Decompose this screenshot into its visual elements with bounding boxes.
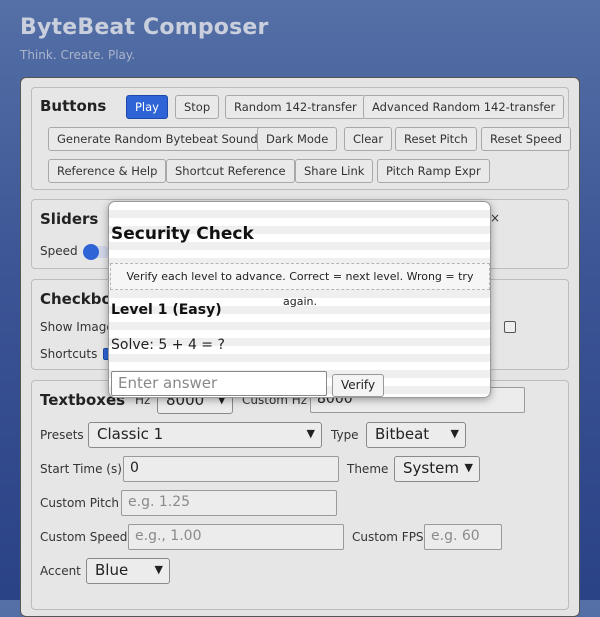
chevron-down-icon: ▼ [464, 461, 473, 474]
buttons-section-title: Buttons [40, 97, 107, 115]
modal-title: Security Check [111, 224, 254, 244]
generate-random-bytebeat-button[interactable]: Generate Random Bytebeat Sound [48, 127, 267, 151]
start-time-label: Start Time (s): [40, 462, 126, 476]
checkboxes-section-title: Checkbo [40, 290, 112, 308]
custom-fps-label: Custom FPS [352, 530, 424, 544]
verify-button[interactable]: Verify [332, 374, 385, 397]
type-select[interactable]: Bitbeat ▼ [366, 422, 466, 448]
presets-select-value: Classic 1 [97, 425, 164, 443]
custom-speed-input[interactable]: e.g., 1.00 [128, 524, 344, 550]
share-link-button[interactable]: Share Link [295, 159, 374, 183]
stop-button[interactable]: Stop [175, 95, 220, 119]
custom-fps-input[interactable]: e.g. 60 [424, 524, 502, 550]
answer-input[interactable]: Enter answer [111, 371, 327, 396]
presets-select[interactable]: Classic 1 ▼ [88, 422, 322, 448]
theme-select-value: System [403, 459, 459, 477]
advanced-random-142-transfer-button[interactable]: Advanced Random 142-transfer [363, 95, 565, 119]
pitch-ramp-expr-button[interactable]: Pitch Ramp Expr [377, 159, 490, 183]
reset-pitch-button[interactable]: Reset Pitch [395, 127, 477, 151]
speed-slider-label: Speed [40, 244, 78, 258]
chevron-down-icon: ▼ [306, 427, 315, 440]
modal-instructions: Verify each level to advance. Correct = … [110, 263, 490, 308]
theme-label: Theme [347, 462, 389, 476]
shortcut-reference-button[interactable]: Shortcut Reference [166, 159, 295, 183]
close-icon[interactable]: × [490, 211, 500, 225]
custom-speed-label: Custom Speed [40, 530, 128, 544]
accent-label: Accent [40, 564, 81, 578]
modal-problem-text: Solve: 5 + 4 = ? [111, 337, 225, 353]
type-label: Type [331, 428, 359, 442]
custom-pitch-label: Custom Pitch [40, 496, 120, 510]
modal-level-label: Level 1 (Easy) [111, 302, 222, 318]
sliders-section-title: Sliders [40, 210, 99, 228]
accent-select[interactable]: Blue ▼ [86, 558, 170, 584]
chevron-down-icon: ▼ [154, 563, 163, 576]
app-title: ByteBeat Composer [20, 15, 269, 40]
app-subtitle: Think. Create. Play. [20, 48, 136, 62]
reference-help-button[interactable]: Reference & Help [48, 159, 167, 183]
custom-pitch-input[interactable]: e.g. 1.25 [121, 490, 337, 516]
security-check-modal: Security Check Verify each level to adva… [108, 201, 491, 398]
speed-slider[interactable] [83, 244, 110, 260]
option-checkbox[interactable] [504, 321, 516, 333]
buttons-section: Buttons Play Stop Random 142-transfer Ad… [31, 87, 571, 190]
play-button[interactable]: Play [126, 95, 168, 119]
start-time-input[interactable]: 0 [123, 456, 339, 482]
textboxes-section: Textboxes Hz 8000 ▼ Custom Hz 8000 Prese… [31, 380, 569, 610]
show-image-label: Show Image [40, 320, 114, 334]
type-select-value: Bitbeat [375, 425, 430, 443]
reset-speed-button[interactable]: Reset Speed [481, 127, 571, 151]
presets-label: Presets [40, 428, 84, 442]
random-142-transfer-button[interactable]: Random 142-transfer [225, 95, 366, 119]
app-header: ByteBeat Composer Think. Create. Play. [20, 15, 269, 62]
dark-mode-button[interactable]: Dark Mode [257, 127, 338, 151]
theme-select[interactable]: System ▼ [394, 456, 480, 482]
clear-button[interactable]: Clear [344, 127, 393, 151]
accent-select-value: Blue [95, 561, 129, 579]
chevron-down-icon: ▼ [450, 427, 459, 440]
speed-slider-handle[interactable] [83, 244, 99, 260]
shortcuts-label: Shortcuts [40, 347, 98, 361]
